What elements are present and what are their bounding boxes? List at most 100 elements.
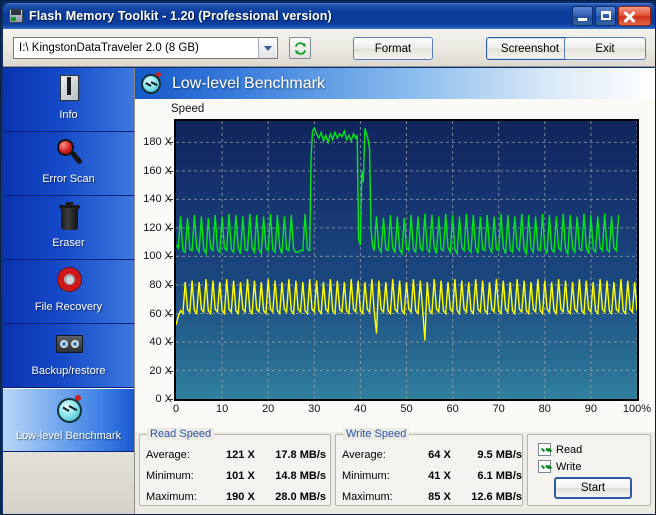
sidebar-item-label: Info [59,109,78,121]
sidebar-filler [3,452,134,514]
y-tick-mark [168,227,173,229]
y-tick-mark [168,199,173,201]
y-tick-mark [168,142,173,144]
close-button[interactable] [618,6,651,26]
read-speed-legend: Read Speed [147,428,215,440]
x-tick-label: 70 [492,403,505,415]
row-label: Average: [342,448,386,461]
stopwatch-blue-icon [52,394,86,428]
row-x-value: 85 X [428,490,451,503]
window-buttons [572,6,651,26]
row-x-value: 64 X [428,448,451,461]
sidebar-item-label: Error Scan [42,173,95,185]
cassette-tape-icon [52,329,86,363]
table-row: Maximum: 190 X 28.0 MB/s [146,487,326,506]
read-checkbox-row[interactable]: Read [538,443,582,456]
drive-select[interactable]: I:\ KingstonDataTraveler 2.0 (8 GB) [13,37,278,59]
application-window: Flash Memory Toolkit - 1.20 (Professiona… [0,0,656,515]
title-bar: Flash Memory Toolkit - 1.20 (Professiona… [3,3,655,29]
write-checkbox-row[interactable]: Write [538,460,581,473]
sidebar-item-label: Low-level Benchmark [15,430,122,442]
content-header: Low-level Benchmark [135,68,655,99]
write-speed-legend: Write Speed [343,428,410,440]
row-label: Minimum: [146,469,194,482]
row-mb-value: 12.6 MB/s [471,490,522,503]
row-label: Maximum: [342,490,393,503]
sidebar-item-label: Backup/restore [31,365,106,377]
benchmark-options: Read Write Start [527,434,651,506]
write-checkbox-label: Write [556,460,582,473]
sidebar-item-error-scan[interactable]: Error Scan [3,132,134,196]
minimize-icon [578,18,587,21]
drive-select-value: I:\ KingstonDataTraveler 2.0 (8 GB) [19,42,199,54]
start-button[interactable]: Start [554,477,632,499]
x-tick-label: 60 [446,403,459,415]
table-row: Average: 64 X 9.5 MB/s [342,445,522,464]
flash-drive-icon [8,8,24,24]
row-mb-value: 17.8 MB/s [275,448,326,461]
row-label: Average: [146,448,190,461]
sidebar: Info Error Scan Eraser File Recovery Bac [3,68,135,514]
table-row: Maximum: 85 X 12.6 MB/s [342,487,522,506]
content-panel: Low-level Benchmark Speed 0 X 20 X 40 X 60 … [135,68,655,514]
y-axis: 0 X 20 X 40 X 60 X 80 X 100 X 120 X 140 X 160 X1… [135,119,173,405]
x-tick-label: 0 [172,403,180,415]
magnifier-icon [52,137,86,171]
x-tick-label: 90 [584,403,598,415]
row-mb-value: 6.1 MB/s [477,469,522,482]
y-tick-mark [168,284,173,286]
row-x-value: 101 X [226,469,255,482]
sidebar-item-eraser[interactable]: Eraser [3,196,134,260]
x-tick-label: 100% [622,403,652,415]
sidebar-item-file-recovery[interactable]: File Recovery [3,260,134,324]
chevron-down-icon[interactable] [258,38,276,58]
sidebar-item-backup-restore[interactable]: Backup/restore [3,324,134,388]
row-label: Maximum: [146,490,197,503]
maximize-icon [601,11,611,20]
sidebar-item-label: Eraser [52,237,85,249]
table-row: Minimum: 101 X 14.8 MB/s [146,466,326,485]
x-tick-label: 40 [354,403,367,415]
screenshot-button[interactable]: Screenshot [486,37,574,60]
y-tick-mark [168,370,173,372]
trash-can-icon [52,201,86,235]
write-checkbox[interactable] [538,460,551,473]
y-tick-mark [168,256,173,258]
info-document-icon [52,73,86,107]
row-mb-value: 14.8 MB/s [275,469,326,482]
refresh-button[interactable] [289,37,311,59]
read-checkbox[interactable] [538,443,551,456]
row-x-value: 41 X [428,469,451,482]
minimize-button[interactable] [572,6,593,26]
y-tick-mark [168,170,173,172]
format-button[interactable]: Format [353,37,433,60]
y-tick-mark [168,313,173,315]
y-tick-mark [168,399,173,400]
sidebar-item-low-level-benchmark[interactable]: Low-level Benchmark [3,388,134,452]
row-mb-value: 28.0 MB/s [275,490,326,503]
table-row: Minimum: 41 X 6.1 MB/s [342,466,522,485]
stopwatch-blue-icon [140,71,164,96]
maximize-button[interactable] [595,6,616,26]
x-tick-label: 20 [262,403,275,415]
read-checkbox-label: Read [556,443,583,456]
row-mb-value: 9.5 MB/s [477,448,522,461]
benchmark-chart: Speed 0 X 20 X 40 X 60 X 80 X 100 X 120 X 140 X… [135,99,655,432]
row-x-value: 190 X [226,490,255,503]
table-row: Average: 121 X 17.8 MB/s [146,445,326,464]
row-label: Minimum: [342,469,390,482]
exit-button[interactable]: Exit [564,37,646,60]
window-title: Flash Memory Toolkit - 1.20 (Professiona… [29,9,332,23]
write-speed-stats: Write Speed Average: 64 X 9.5 MB/s Minim… [335,428,523,506]
y-axis-title: Speed [171,103,205,115]
x-tick-label: 50 [400,403,413,415]
x-tick-label: 10 [215,403,229,415]
chart-plot-area [174,119,639,401]
x-tick-label: 30 [308,403,321,415]
page-title: Low-level Benchmark [172,74,325,92]
row-x-value: 121 X [226,448,255,461]
life-ring-icon [52,265,86,299]
sidebar-item-info[interactable]: Info [3,68,134,132]
sidebar-item-label: File Recovery [34,301,103,313]
toolbar: I:\ KingstonDataTraveler 2.0 (8 GB) Form… [3,29,655,67]
